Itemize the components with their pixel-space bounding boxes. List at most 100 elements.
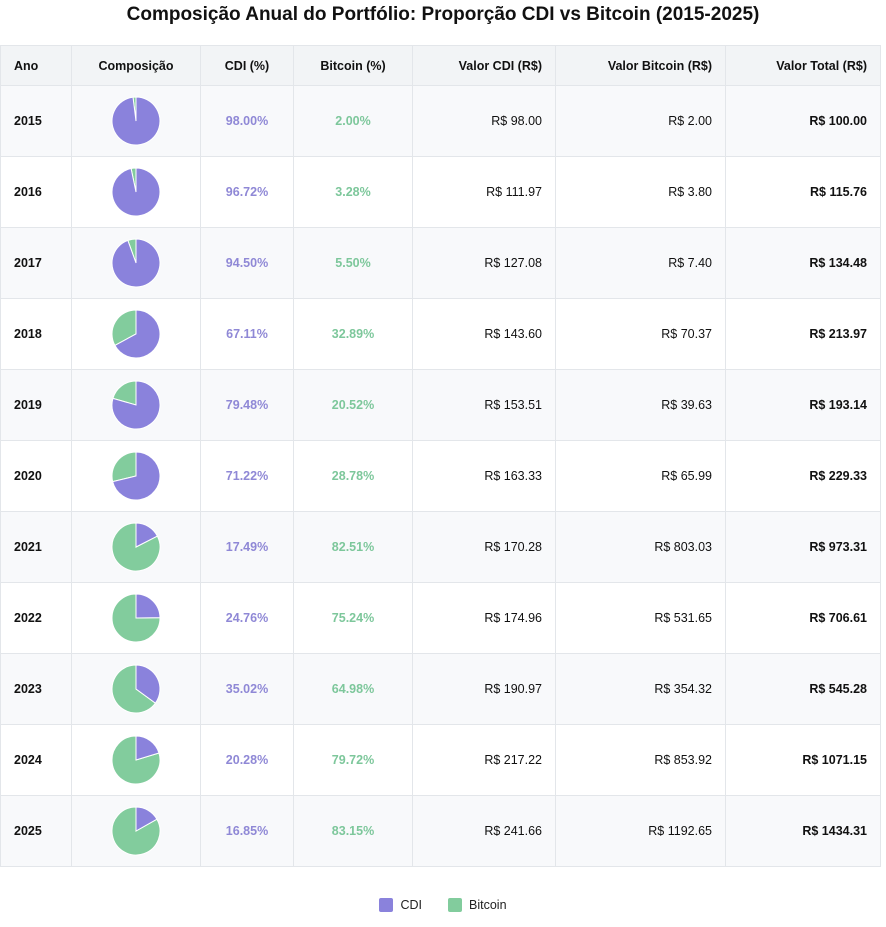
cell-total-value: R$ 1434.31: [725, 795, 881, 867]
table-row: 2021 17.49% 82.51% R$ 170.28 R$ 803.03 R$ 973…: [0, 511, 881, 583]
header-bitcoin-value: Valor Bitcoin (R$): [555, 45, 726, 86]
cell-bitcoin-value: R$ 2.00: [555, 85, 726, 157]
header-cdi-pct: CDI (%): [200, 45, 294, 86]
header-bitcoin-pct: Bitcoin (%): [293, 45, 413, 86]
cell-composition: [71, 85, 201, 157]
table-row: 2022 24.76% 75.24% R$ 174.96 R$ 531.65 R$ 706…: [0, 582, 881, 654]
cell-bitcoin-value: R$ 354.32: [555, 653, 726, 725]
pie-slice-cdi: [111, 167, 161, 217]
header-year: Ano: [0, 45, 72, 86]
pie-slice-cdi: [111, 96, 161, 146]
composition-pie: [111, 735, 161, 785]
cell-cdi-pct: 20.28%: [200, 724, 294, 796]
cell-bitcoin-pct: 2.00%: [293, 85, 413, 157]
cell-total-value: R$ 100.00: [725, 85, 881, 157]
cell-year: 2015: [0, 85, 72, 157]
cell-cdi-value: R$ 98.00: [412, 85, 556, 157]
legend-item-cdi: CDI: [379, 898, 422, 912]
header-composition: Composição: [71, 45, 201, 86]
pie-slice-cdi: [111, 238, 161, 288]
cell-bitcoin-pct: 20.52%: [293, 369, 413, 441]
cell-cdi-pct: 17.49%: [200, 511, 294, 583]
table-row: 2019 79.48% 20.52% R$ 153.51 R$ 39.63 R$ 193.…: [0, 369, 881, 441]
composition-pie: [111, 806, 161, 856]
cell-bitcoin-pct: 3.28%: [293, 156, 413, 228]
cell-cdi-pct: 98.00%: [200, 85, 294, 157]
cell-cdi-value: R$ 127.08: [412, 227, 556, 299]
legend-label-bitcoin: Bitcoin: [469, 898, 507, 912]
cell-composition: [71, 582, 201, 654]
page-title: Composição Anual do Portfólio: Proporção…: [126, 4, 760, 25]
cell-cdi-pct: 24.76%: [200, 582, 294, 654]
table-body: 2015 98.00% 2.00% R$ 98.00 R$ 2.00 R$ 100.00 2…: [0, 85, 881, 867]
cell-year: 2020: [0, 440, 72, 512]
legend-swatch-cdi: [379, 898, 394, 912]
cell-bitcoin-value: R$ 1192.65: [555, 795, 726, 867]
cell-total-value: R$ 213.97: [725, 298, 881, 370]
cell-total-value: R$ 115.76: [725, 156, 881, 228]
composition-pie: [111, 167, 161, 217]
cell-total-value: R$ 545.28: [725, 653, 881, 725]
cell-bitcoin-value: R$ 853.92: [555, 724, 726, 796]
composition-pie: [111, 451, 161, 501]
cell-cdi-pct: 67.11%: [200, 298, 294, 370]
cell-composition: [71, 156, 201, 228]
cell-bitcoin-pct: 82.51%: [293, 511, 413, 583]
cell-composition: [71, 653, 201, 725]
cell-total-value: R$ 193.14: [725, 369, 881, 441]
portfolio-table: Ano Composição CDI (%) Bitcoin (%) Valor…: [0, 45, 881, 867]
cell-composition: [71, 795, 201, 867]
cell-bitcoin-value: R$ 7.40: [555, 227, 726, 299]
table-row: 2018 67.11% 32.89% R$ 143.60 R$ 70.37 R$ 213.…: [0, 298, 881, 370]
composition-pie: [111, 593, 161, 643]
composition-pie: [111, 380, 161, 430]
cell-bitcoin-pct: 64.98%: [293, 653, 413, 725]
cell-year: 2022: [0, 582, 72, 654]
table-row: 2015 98.00% 2.00% R$ 98.00 R$ 2.00 R$ 100.00: [0, 85, 881, 157]
cell-year: 2017: [0, 227, 72, 299]
table-row: 2024 20.28% 79.72% R$ 217.22 R$ 853.92 R$ 107…: [0, 724, 881, 796]
cell-cdi-value: R$ 143.60: [412, 298, 556, 370]
cell-bitcoin-pct: 83.15%: [293, 795, 413, 867]
cell-total-value: R$ 1071.15: [725, 724, 881, 796]
header-cdi-value: Valor CDI (R$): [412, 45, 556, 86]
composition-pie: [111, 238, 161, 288]
cell-year: 2016: [0, 156, 72, 228]
composition-pie: [111, 664, 161, 714]
cell-cdi-value: R$ 153.51: [412, 369, 556, 441]
cell-cdi-pct: 16.85%: [200, 795, 294, 867]
cell-year: 2023: [0, 653, 72, 725]
table-row: 2025 16.85% 83.15% R$ 241.66 R$ 1192.65 R$ 14…: [0, 795, 881, 867]
cell-year: 2025: [0, 795, 72, 867]
cell-bitcoin-pct: 28.78%: [293, 440, 413, 512]
cell-cdi-value: R$ 190.97: [412, 653, 556, 725]
table-row: 2016 96.72% 3.28% R$ 111.97 R$ 3.80 R$ 115.76: [0, 156, 881, 228]
cell-bitcoin-value: R$ 3.80: [555, 156, 726, 228]
pie-slice-cdi: [135, 593, 161, 619]
cell-total-value: R$ 134.48: [725, 227, 881, 299]
cell-cdi-pct: 35.02%: [200, 653, 294, 725]
cell-bitcoin-value: R$ 531.65: [555, 582, 726, 654]
table-row: 2023 35.02% 64.98% R$ 190.97 R$ 354.32 R$ 545…: [0, 653, 881, 725]
cell-cdi-pct: 71.22%: [200, 440, 294, 512]
cell-bitcoin-pct: 5.50%: [293, 227, 413, 299]
cell-cdi-pct: 79.48%: [200, 369, 294, 441]
table-row: 2020 71.22% 28.78% R$ 163.33 R$ 65.99 R$ 229.…: [0, 440, 881, 512]
cell-cdi-value: R$ 111.97: [412, 156, 556, 228]
cell-bitcoin-value: R$ 65.99: [555, 440, 726, 512]
cell-composition: [71, 227, 201, 299]
legend-label-cdi: CDI: [400, 898, 422, 912]
cell-bitcoin-pct: 79.72%: [293, 724, 413, 796]
cell-year: 2018: [0, 298, 72, 370]
cell-cdi-value: R$ 170.28: [412, 511, 556, 583]
cell-total-value: R$ 229.33: [725, 440, 881, 512]
cell-total-value: R$ 706.61: [725, 582, 881, 654]
cell-composition: [71, 440, 201, 512]
cell-bitcoin-value: R$ 39.63: [555, 369, 726, 441]
cell-cdi-pct: 94.50%: [200, 227, 294, 299]
legend-swatch-bitcoin: [448, 898, 462, 912]
cell-cdi-value: R$ 241.66: [412, 795, 556, 867]
cell-composition: [71, 369, 201, 441]
cell-bitcoin-pct: 75.24%: [293, 582, 413, 654]
cell-composition: [71, 511, 201, 583]
